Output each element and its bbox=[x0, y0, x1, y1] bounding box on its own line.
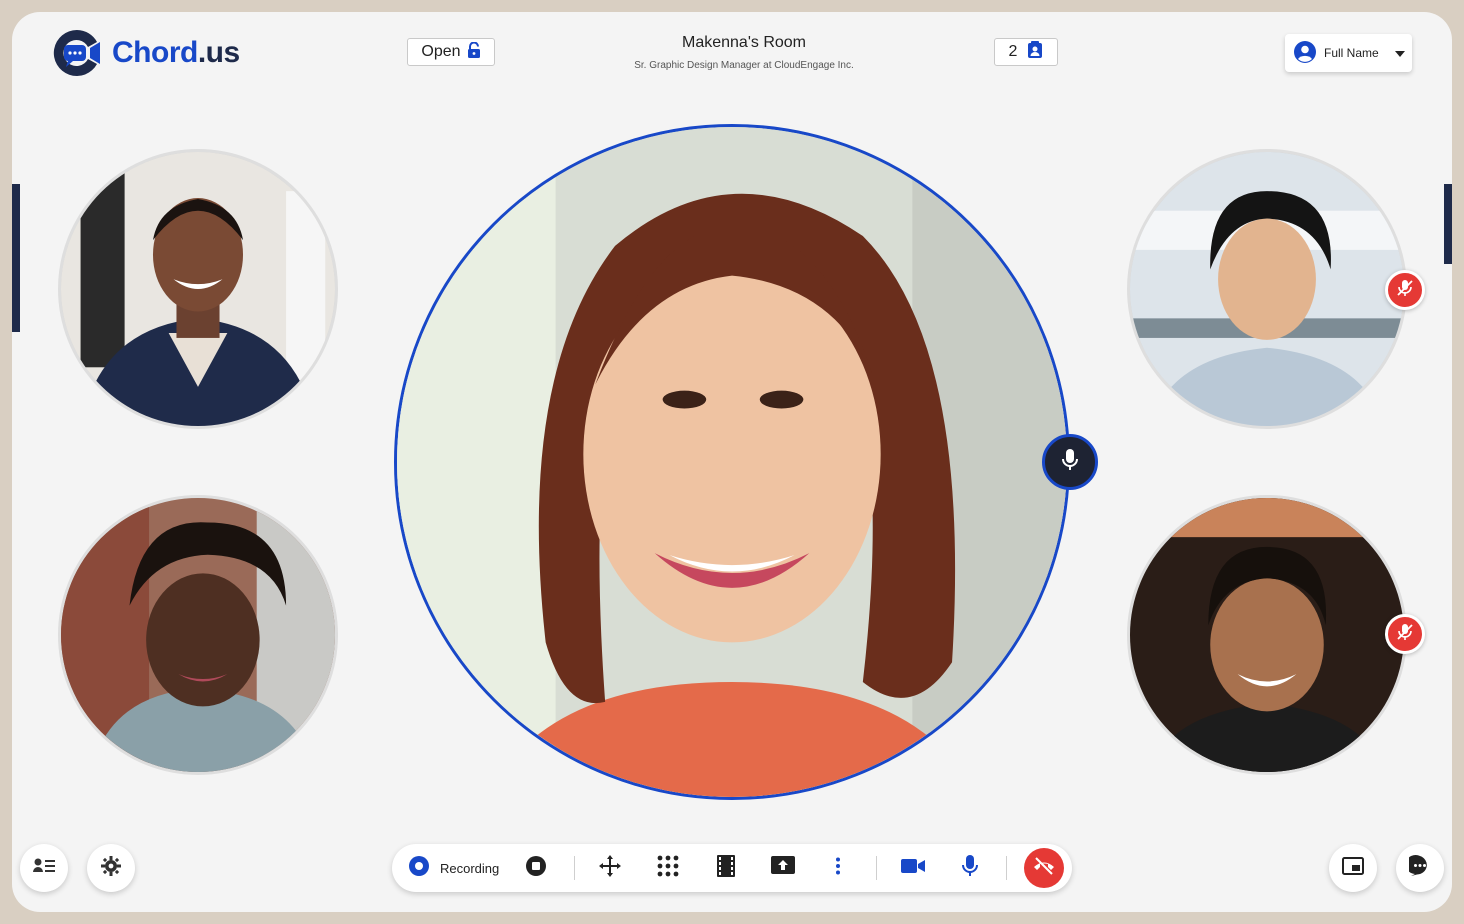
active-speaker-tile[interactable] bbox=[394, 124, 1070, 800]
record-icon bbox=[408, 855, 430, 882]
more-options-button[interactable] bbox=[828, 844, 848, 892]
camera-icon bbox=[901, 858, 925, 879]
mic-off-icon bbox=[1396, 279, 1414, 302]
move-button[interactable] bbox=[598, 844, 622, 892]
app-window: Chord.us Open Makenna's Room Sr. Graphic… bbox=[12, 12, 1452, 912]
toolbar-divider bbox=[876, 856, 877, 880]
chord-logo-icon bbox=[52, 28, 104, 78]
recording-indicator[interactable]: Recording bbox=[408, 844, 499, 892]
muted-badge-right-top bbox=[1385, 270, 1425, 310]
settings-button[interactable] bbox=[87, 844, 135, 892]
caret-down-icon bbox=[1394, 46, 1405, 60]
toolbar-divider bbox=[1006, 856, 1007, 880]
mic-icon bbox=[962, 854, 978, 882]
film-strip-button[interactable] bbox=[714, 844, 738, 892]
participant-count-button[interactable]: 2 bbox=[994, 38, 1058, 66]
mic-toggle-button[interactable] bbox=[960, 844, 980, 892]
participant-tile-right-bottom[interactable] bbox=[1127, 495, 1407, 775]
muted-badge-right-bottom bbox=[1385, 614, 1425, 654]
toolbar-divider bbox=[574, 856, 575, 880]
stop-icon bbox=[525, 855, 547, 882]
left-edge-accent bbox=[12, 184, 20, 332]
room-lock-toggle[interactable]: Open bbox=[407, 38, 495, 66]
lock-status-label: Open bbox=[421, 43, 461, 60]
speaking-indicator bbox=[1042, 434, 1098, 490]
participant-photo bbox=[1130, 498, 1404, 772]
participant-photo bbox=[1130, 152, 1404, 426]
participants-list-button[interactable] bbox=[20, 844, 68, 892]
participant-tile-right-top[interactable] bbox=[1127, 149, 1407, 429]
participant-tile-left-top[interactable] bbox=[58, 149, 338, 429]
call-toolbar: Recording bbox=[392, 844, 1072, 892]
participant-photo bbox=[61, 152, 335, 426]
mic-icon bbox=[1061, 448, 1079, 477]
end-call-icon bbox=[1032, 856, 1056, 881]
participant-tile-left-bottom[interactable] bbox=[58, 495, 338, 775]
chat-button[interactable] bbox=[1396, 844, 1444, 892]
user-name: Full Name bbox=[1324, 46, 1379, 60]
user-menu-button[interactable]: Full Name bbox=[1285, 34, 1412, 72]
stop-recording-button[interactable] bbox=[524, 844, 548, 892]
account-icon bbox=[1294, 40, 1316, 66]
brand-name: Chord.us bbox=[112, 36, 240, 69]
participant-count: 2 bbox=[1008, 43, 1018, 60]
room-info: Makenna's Room Sr. Graphic Design Manage… bbox=[612, 34, 876, 71]
room-title: Makenna's Room bbox=[682, 34, 806, 51]
picture-in-picture-icon bbox=[1342, 856, 1364, 880]
camera-toggle-button[interactable] bbox=[900, 844, 926, 892]
recording-label: Recording bbox=[440, 860, 500, 876]
gear-icon bbox=[101, 855, 121, 881]
brand-logo[interactable]: Chord.us bbox=[52, 28, 240, 78]
picture-in-picture-button[interactable] bbox=[1329, 844, 1377, 892]
contact-card-icon bbox=[1027, 40, 1043, 64]
room-subtitle: Sr. Graphic Design Manager at CloudEngag… bbox=[634, 60, 854, 71]
participants-list-icon bbox=[33, 857, 55, 880]
end-call-button[interactable] bbox=[1024, 848, 1064, 888]
mic-off-icon bbox=[1396, 623, 1414, 646]
share-screen-icon bbox=[771, 855, 795, 881]
film-icon bbox=[717, 854, 735, 882]
participant-photo bbox=[61, 498, 335, 772]
participant-photo bbox=[397, 127, 1067, 797]
more-vert-icon bbox=[835, 857, 841, 880]
unlock-icon bbox=[467, 41, 481, 63]
right-edge-accent bbox=[1444, 184, 1452, 264]
chat-icon bbox=[1405, 854, 1431, 882]
move-icon bbox=[599, 854, 621, 882]
grid-view-button[interactable] bbox=[656, 844, 680, 892]
grid-icon bbox=[657, 855, 679, 882]
share-screen-button[interactable] bbox=[770, 844, 796, 892]
